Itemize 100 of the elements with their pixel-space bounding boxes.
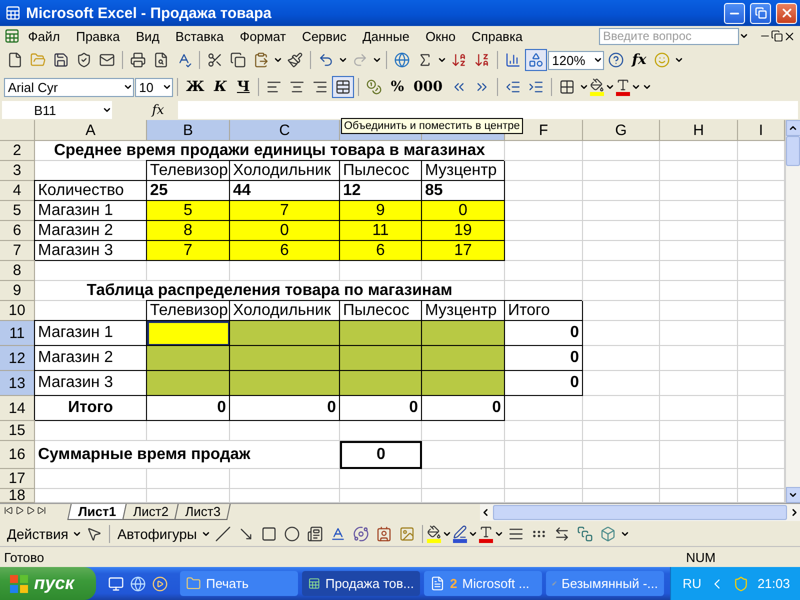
caret-icon[interactable]: [338, 55, 348, 65]
orbit-icon[interactable]: [353, 526, 369, 542]
fill-color-icon[interactable]: [427, 524, 441, 542]
row-header[interactable]: 17: [0, 469, 35, 489]
font-color-icon[interactable]: [479, 524, 493, 542]
outdent-icon[interactable]: [504, 79, 521, 95]
monitor-icon[interactable]: [108, 576, 124, 592]
row-header[interactable]: 12: [0, 346, 35, 371]
caret-icon[interactable]: [642, 82, 652, 92]
font-style-button[interactable]: Ч: [232, 76, 254, 98]
row-header[interactable]: 14: [0, 396, 35, 421]
copy-icon[interactable]: [230, 52, 246, 68]
pointer-icon[interactable]: [86, 526, 102, 542]
caret-icon[interactable]: [123, 82, 133, 92]
function-label[interactable]: fx: [116, 102, 174, 118]
row-header[interactable]: 9: [0, 281, 35, 301]
globe-icon[interactable]: [394, 52, 410, 68]
restore-button[interactable]: [750, 2, 771, 24]
image-icon[interactable]: [399, 526, 415, 542]
sheet-tab[interactable]: Лист2: [122, 504, 180, 520]
previous-sheet-icon[interactable]: [15, 506, 24, 515]
row-header[interactable]: 4: [0, 181, 35, 201]
undo-icon[interactable]: [318, 52, 334, 68]
fill-color-icon[interactable]: [590, 78, 604, 96]
play-icon[interactable]: [152, 576, 168, 592]
oval-icon[interactable]: [284, 526, 300, 542]
close-button[interactable]: [776, 2, 797, 24]
taskbar-button[interactable]: Продажа тов...: [302, 571, 420, 596]
column-header[interactable]: A: [35, 120, 147, 141]
menu-item[interactable]: Формат: [232, 28, 294, 44]
caret-icon[interactable]: [273, 55, 283, 65]
scissors-icon[interactable]: [207, 52, 223, 68]
row-header[interactable]: 11: [0, 321, 35, 346]
start-button[interactable]: пуск: [0, 567, 96, 600]
menu-item[interactable]: Окно: [417, 28, 464, 44]
contact-card-icon[interactable]: [376, 526, 392, 542]
stacked-squares-icon[interactable]: [577, 526, 593, 542]
spreadsheet-icon[interactable]: [4, 28, 20, 44]
actions-menu-button[interactable]: Действия: [4, 522, 72, 544]
page-magnifier-icon[interactable]: [153, 52, 169, 68]
row-header[interactable]: 10: [0, 301, 35, 321]
double-arrow-icon[interactable]: [554, 526, 570, 542]
font-color-icon[interactable]: [616, 78, 630, 96]
column-header[interactable]: G: [583, 120, 660, 141]
arrow-icon[interactable]: [238, 526, 254, 542]
column-header[interactable]: H: [660, 120, 738, 141]
last-sheet-icon[interactable]: [37, 506, 46, 515]
caret-icon[interactable]: [162, 82, 172, 92]
bar-chart-icon[interactable]: [505, 52, 521, 68]
row-header[interactable]: 16: [0, 441, 35, 469]
menu-item[interactable]: Вставка: [167, 28, 232, 44]
name-box[interactable]: B11: [2, 101, 112, 119]
chevron-down-icon[interactable]: [788, 490, 798, 500]
help-search-field[interactable]: Введите вопрос: [599, 28, 739, 44]
shield-icon[interactable]: [76, 52, 92, 68]
help-icon[interactable]: [608, 52, 624, 68]
vertical-scrollbar[interactable]: [785, 120, 800, 503]
menu-item[interactable]: Данные: [354, 28, 418, 44]
row-header[interactable]: 7: [0, 241, 35, 261]
newspaper-icon[interactable]: [307, 526, 323, 542]
next-sheet-icon[interactable]: [26, 506, 35, 515]
row-header[interactable]: 6: [0, 221, 35, 241]
sheet-tab[interactable]: Лист1: [67, 504, 127, 520]
font-style-button[interactable]: К: [209, 76, 232, 98]
align-center-icon[interactable]: [289, 79, 306, 95]
first-sheet-icon[interactable]: [4, 506, 13, 515]
menu-item[interactable]: Правка: [68, 28, 128, 44]
paintbrush-icon[interactable]: [287, 52, 303, 68]
minimize-button[interactable]: [724, 2, 745, 24]
taskbar-button[interactable]: Печать: [180, 571, 298, 596]
restore-icon[interactable]: [771, 30, 783, 42]
caret-icon[interactable]: [102, 105, 112, 115]
caret-icon[interactable]: [674, 55, 684, 65]
row-header[interactable]: 5: [0, 201, 35, 221]
sheet-tab[interactable]: Лист3: [174, 504, 232, 520]
align-left-icon[interactable]: [266, 79, 282, 95]
row-header[interactable]: 3: [0, 161, 35, 181]
blank-page-icon[interactable]: [7, 52, 23, 68]
grid-icon[interactable]: [558, 79, 575, 95]
row-header[interactable]: 18: [0, 489, 35, 503]
row-header[interactable]: 2: [0, 141, 35, 161]
indent-icon[interactable]: [528, 79, 544, 95]
caret-icon[interactable]: [437, 55, 447, 65]
autoshapes-menu-button[interactable]: Автофигуры: [114, 522, 200, 544]
scroll-thumb[interactable]: [786, 136, 800, 166]
envelope-icon[interactable]: [99, 52, 115, 68]
column-header[interactable]: C: [230, 120, 340, 141]
thousands-button[interactable]: 000: [409, 76, 447, 98]
caret-icon[interactable]: [630, 82, 641, 92]
percent-button[interactable]: %: [386, 76, 408, 98]
printer-icon[interactable]: [130, 52, 146, 68]
font-dropdown[interactable]: Arial Cyr: [4, 78, 134, 96]
caret-icon[interactable]: [578, 82, 589, 92]
taskbar-button[interactable]: Безымянный -...: [546, 571, 664, 596]
caret-icon[interactable]: [372, 55, 382, 65]
caret-icon[interactable]: [604, 82, 615, 92]
insert-function-button[interactable]: fx: [628, 49, 650, 71]
line-color-icon[interactable]: [453, 524, 467, 542]
font-style-button[interactable]: Ж: [182, 76, 208, 98]
column-header[interactable]: B: [147, 120, 230, 141]
